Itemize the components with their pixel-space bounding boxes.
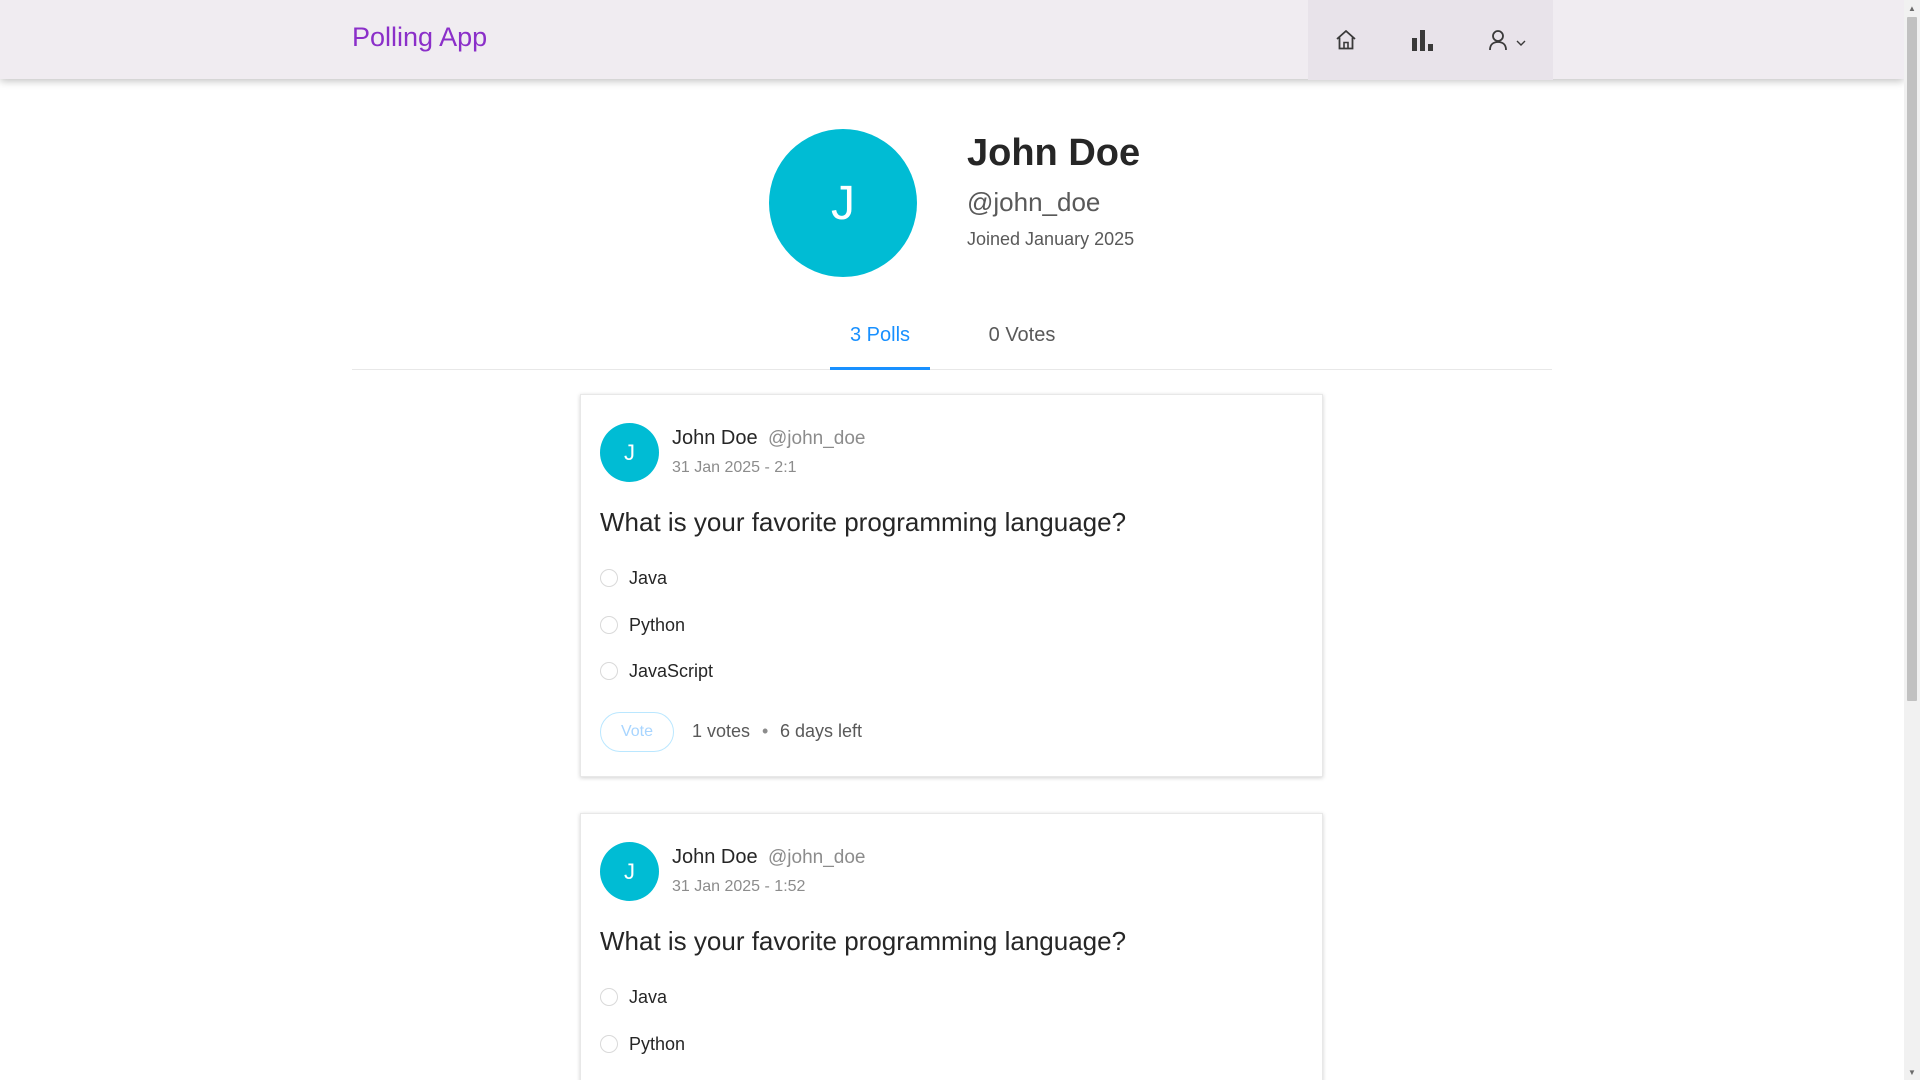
- poll-choice[interactable]: Java: [600, 566, 667, 590]
- nav-home[interactable]: [1308, 0, 1384, 80]
- creator-avatar[interactable]: J: [600, 842, 659, 901]
- radio-button[interactable]: [600, 1035, 618, 1053]
- separator-dot: •: [762, 721, 769, 741]
- radio-button[interactable]: [600, 569, 618, 587]
- creator-name[interactable]: John Doe: [672, 846, 758, 869]
- nav-menu: [1308, 0, 1553, 80]
- creator-username[interactable]: @john_doe: [768, 428, 865, 450]
- vote-count: 1 votes: [692, 721, 751, 741]
- poll-card: J John Doe @john_doe 31 Jan 2025 - 1:52 …: [580, 813, 1323, 1080]
- creator-name[interactable]: John Doe: [672, 427, 758, 450]
- choice-text: Java: [629, 567, 668, 588]
- choice-text: Python: [629, 614, 686, 635]
- poll-choice[interactable]: Java: [600, 985, 667, 1009]
- time-left: 6 days left: [780, 721, 863, 741]
- tab-votes[interactable]: 0 Votes: [969, 300, 1075, 369]
- user-icon: [1488, 30, 1507, 51]
- poll-card: J John Doe @john_doe 31 Jan 2025 - 2:1 W…: [580, 394, 1323, 777]
- profile-tabs: 3 Polls 0 Votes: [352, 300, 1552, 370]
- nav-polls[interactable]: [1384, 0, 1460, 80]
- choice-text: Java: [629, 986, 668, 1007]
- viewport: Polling App J John Doe @john_doe Joined …: [0, 0, 1920, 1080]
- creator-avatar[interactable]: J: [600, 423, 659, 482]
- scrollbar[interactable]: ▲ ▼: [1904, 0, 1920, 1080]
- creator-username[interactable]: @john_doe: [768, 847, 865, 869]
- choice-text: Python: [629, 1033, 686, 1054]
- poll-choice[interactable]: Python: [600, 613, 685, 637]
- bar-chart-icon: [1412, 30, 1433, 51]
- profile-username: @john_doe: [967, 187, 1101, 217]
- tab-active-indicator: [830, 367, 930, 370]
- scroll-up-arrow[interactable]: ▲: [1904, 0, 1920, 16]
- profile-joined-date: Joined January 2025: [967, 229, 1135, 249]
- scroll-down-arrow[interactable]: ▼: [1904, 1064, 1920, 1080]
- radio-button[interactable]: [600, 988, 618, 1006]
- profile-avatar: J: [769, 129, 917, 277]
- poll-creation-time: 31 Jan 2025 - 2:1: [672, 459, 797, 476]
- home-icon: [1336, 30, 1356, 50]
- brand-link[interactable]: Polling App: [352, 22, 487, 53]
- poll-creation-time: 31 Jan 2025 - 1:52: [672, 878, 806, 895]
- nav-user-menu[interactable]: [1460, 0, 1553, 80]
- poll-question: What is your favorite programming langua…: [600, 507, 1127, 537]
- choice-text: JavaScript: [629, 660, 714, 681]
- radio-button[interactable]: [600, 616, 618, 634]
- poll-choice[interactable]: JavaScript: [600, 659, 713, 683]
- poll-choice[interactable]: Python: [600, 1032, 685, 1056]
- tab-polls[interactable]: 3 Polls: [830, 300, 930, 369]
- radio-button[interactable]: [600, 662, 618, 680]
- scrollbar-thumb[interactable]: [1907, 17, 1917, 701]
- vote-button[interactable]: Vote: [600, 712, 674, 752]
- poll-question: What is your favorite programming langua…: [600, 926, 1127, 956]
- profile-name: John Doe: [967, 132, 1141, 174]
- app-header: Polling App: [0, 0, 1904, 80]
- chevron-down-icon: [1516, 40, 1525, 46]
